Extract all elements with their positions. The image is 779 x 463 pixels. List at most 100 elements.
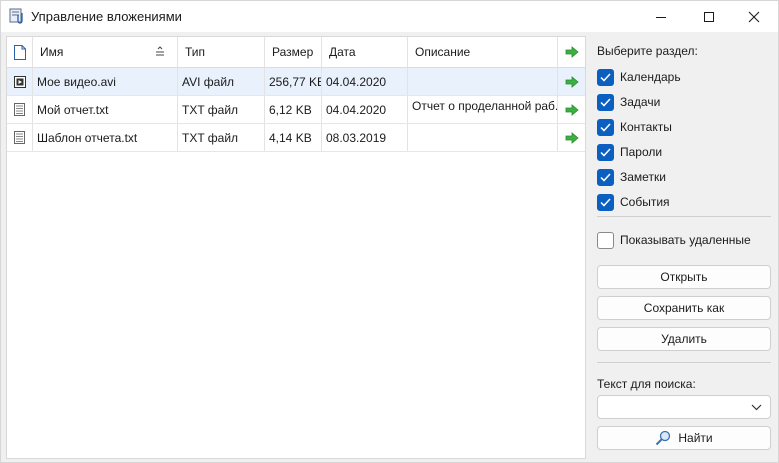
maximize-icon (704, 11, 714, 22)
window-title: Управление вложениями (31, 9, 182, 24)
table-row[interactable]: Мой отчет.txt TXT файл 6,12 KB 04.04.202… (7, 96, 585, 124)
divider (597, 362, 771, 363)
checkbox-checked[interactable] (597, 143, 614, 161)
green-arrow-right-icon (565, 103, 579, 116)
section-checkbox-events[interactable]: События (597, 192, 670, 212)
name-cell: Шаблон отчета.txt (33, 124, 178, 151)
search-label: Текст для поиска: (597, 377, 696, 391)
file-name: Мой отчет.txt (37, 102, 109, 117)
search-combobox[interactable] (597, 395, 771, 419)
open-row-button[interactable] (558, 124, 585, 151)
file-size: 6,12 KB (269, 102, 312, 117)
section-checkbox-calendar[interactable]: Календарь (597, 67, 681, 87)
checkbox-label: Задачи (620, 95, 661, 109)
column-header-icon[interactable] (7, 37, 33, 67)
grid-header: Имя Тип Размер Дата Описание (7, 37, 585, 68)
table-row[interactable]: Мое видео.avi AVI файл 256,77 KB 04.04.2… (7, 68, 585, 96)
save-as-button[interactable]: Сохранить как (597, 296, 771, 320)
text-file-icon (14, 131, 25, 144)
checkmark-icon (600, 72, 611, 82)
chevron-down-icon[interactable] (751, 404, 762, 411)
section-checkbox-contacts[interactable]: Контакты (597, 117, 672, 137)
checkbox-checked[interactable] (597, 193, 614, 211)
column-header-date[interactable]: Дата (322, 37, 408, 67)
checkmark-icon (600, 172, 611, 182)
attachments-app-icon (9, 8, 26, 25)
row-icon-cell (7, 96, 33, 123)
column-header-size[interactable]: Размер (265, 37, 322, 67)
checkmark-icon (600, 97, 611, 107)
attachments-window: Управление вложениями Имя Тип Размер Дат… (0, 0, 779, 463)
file-name: Шаблон отчета.txt (37, 130, 138, 145)
checkbox-unchecked[interactable] (597, 231, 614, 249)
checkbox-label: Заметки (620, 170, 666, 184)
checkbox-label: Пароли (620, 145, 663, 159)
type-cell: TXT файл (178, 96, 265, 123)
section-checkbox-passwords[interactable]: Пароли (597, 142, 662, 162)
column-header-action[interactable] (558, 37, 585, 67)
section-checkbox-notes[interactable]: Заметки (597, 167, 666, 187)
table-row[interactable]: Шаблон отчета.txt TXT файл 4,14 KB 08.03… (7, 124, 585, 152)
row-icon-cell (7, 68, 33, 95)
checkmark-icon (600, 147, 611, 157)
text-file-icon (14, 103, 25, 116)
name-cell: Мое видео.avi (33, 68, 178, 95)
open-row-button[interactable] (558, 96, 585, 123)
type-cell: AVI файл (178, 68, 265, 95)
file-description: Отчет о проделанной раб... (412, 99, 558, 113)
delete-button[interactable]: Удалить (597, 327, 771, 351)
column-date-label: Дата (329, 45, 356, 59)
close-button[interactable] (731, 1, 777, 32)
column-name-label: Имя (40, 45, 64, 59)
maximize-button[interactable] (686, 1, 732, 32)
side-panel: Выберите раздел: Календарь Задачи Контак… (591, 36, 776, 459)
size-cell: 256,77 KB (265, 68, 322, 95)
section-select-label: Выберите раздел: (597, 44, 698, 58)
description-cell: Отчет о проделанной раб... (408, 96, 558, 123)
row-icon-cell (7, 124, 33, 151)
column-header-description[interactable]: Описание (408, 37, 558, 67)
file-icon (13, 44, 26, 60)
column-type-label: Тип (185, 45, 206, 59)
close-icon (748, 11, 760, 22)
column-description-label: Описание (415, 45, 471, 59)
find-button[interactable]: Найти (597, 426, 771, 450)
checkbox-checked[interactable] (597, 93, 614, 111)
green-arrow-right-icon (565, 75, 579, 88)
file-type: AVI файл (182, 74, 235, 89)
column-size-label: Размер (272, 45, 314, 59)
date-cell: 08.03.2019 (322, 124, 408, 151)
file-size: 256,77 KB (269, 74, 322, 89)
checkbox-checked[interactable] (597, 68, 614, 86)
file-name: Мое видео.avi (37, 74, 116, 89)
checkbox-label: События (620, 195, 670, 209)
file-size: 4,14 KB (269, 130, 312, 145)
type-cell: TXT файл (178, 124, 265, 151)
checkbox-label: Контакты (620, 120, 672, 134)
date-cell: 04.04.2020 (322, 68, 408, 95)
green-arrow-right-icon (565, 46, 579, 58)
section-checkbox-tasks[interactable]: Задачи (597, 92, 660, 112)
file-type: TXT файл (182, 130, 239, 145)
checkbox-label: Календарь (620, 70, 681, 84)
sort-ascending-icon (156, 46, 164, 56)
file-type: TXT файл (182, 102, 239, 117)
column-header-type[interactable]: Тип (178, 37, 265, 67)
column-header-name[interactable]: Имя (33, 37, 178, 67)
open-row-button[interactable] (558, 68, 585, 95)
find-button-label: Найти (678, 431, 713, 445)
file-date: 04.04.2020 (326, 102, 387, 117)
size-cell: 6,12 KB (265, 96, 322, 123)
file-date: 04.04.2020 (326, 74, 387, 89)
checkmark-icon (600, 197, 611, 207)
title-bar: Управление вложениями (1, 1, 778, 32)
open-button[interactable]: Открыть (597, 265, 771, 289)
show-deleted-checkbox[interactable]: Показывать удаленные (597, 230, 751, 250)
video-file-icon (13, 75, 26, 88)
checkbox-checked[interactable] (597, 168, 614, 186)
description-cell (408, 124, 558, 151)
date-cell: 04.04.2020 (322, 96, 408, 123)
checkbox-checked[interactable] (597, 118, 614, 136)
attachments-grid[interactable]: Имя Тип Размер Дата Описание Мое видео.a… (6, 36, 586, 459)
minimize-button[interactable] (638, 1, 684, 32)
